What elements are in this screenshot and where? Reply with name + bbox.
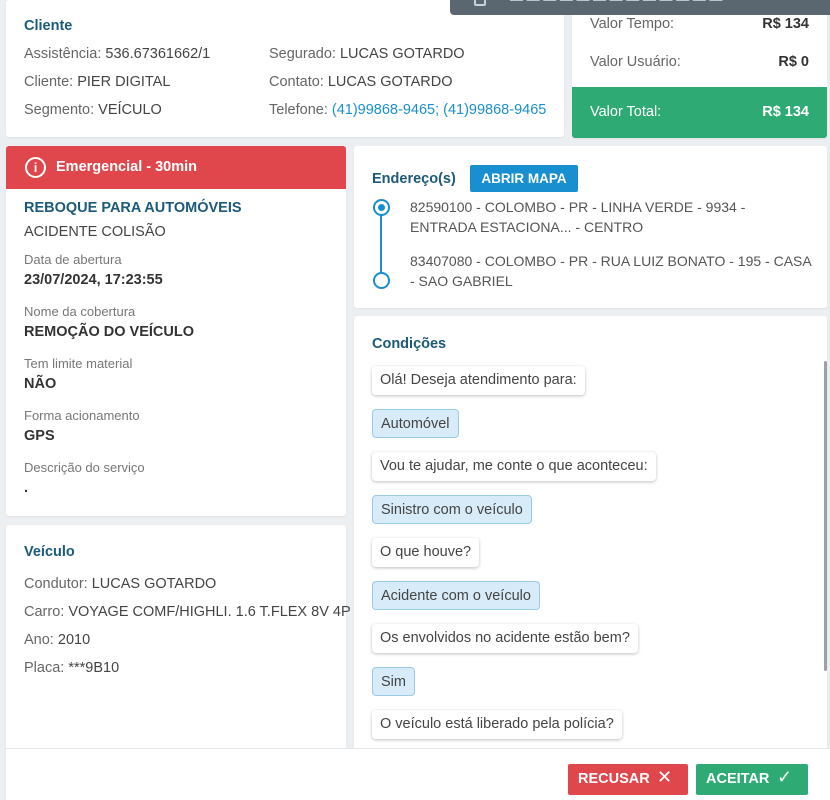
chat-answer: Sim bbox=[372, 667, 415, 696]
top-bar-text: — — — — — — — — — — — — — bbox=[510, 0, 722, 7]
descricao-servico-label: Descrição do serviço bbox=[24, 460, 145, 475]
cliente-value: PIER DIGITAL bbox=[77, 74, 171, 90]
chat-scrollbar[interactable] bbox=[824, 361, 827, 671]
top-notification-bar: — — — — — — — — — — — — — bbox=[450, 0, 830, 15]
destination-marker-icon bbox=[373, 272, 390, 289]
emergency-banner: i Emergencial - 30min bbox=[6, 146, 346, 189]
service-subtitle: ACIDENTE COLISÃO bbox=[24, 224, 166, 240]
chat-question: Vou te ajudar, me conte o que aconteceu: bbox=[372, 452, 656, 481]
valor-usuario-label: Valor Usuário: bbox=[590, 54, 681, 70]
contato-field: Contato: LUCAS GOTARDO bbox=[269, 74, 452, 90]
segurado-value: LUCAS GOTARDO bbox=[339, 46, 465, 62]
endereco-card: Endereço(s) ABRIR MAPA 82590100 - COLOMB… bbox=[354, 146, 827, 308]
chat-question: O veículo está liberado pela polícia? bbox=[372, 710, 622, 739]
close-icon: ✕ bbox=[657, 767, 673, 787]
valor-total-label: Valor Total: bbox=[590, 104, 662, 120]
condutor-label: Condutor: bbox=[24, 576, 88, 592]
cliente-card: Cliente Assistência: 536.67361662/1 Clie… bbox=[6, 0, 564, 137]
assistencia-value: 536.67361662/1 bbox=[105, 46, 211, 62]
carro-label: Carro: bbox=[24, 604, 65, 620]
assistencia-field: Assistência: 536.67361662/1 bbox=[24, 46, 210, 62]
valor-tempo-amount: R$ 134 bbox=[762, 16, 809, 32]
telefone-field: Telefone: (41)99868-9465; (41)99868-9465 bbox=[269, 102, 546, 118]
valor-tempo-row: Valor Tempo: R$ 134 bbox=[572, 16, 827, 46]
cliente-field: Cliente: PIER DIGITAL bbox=[24, 74, 170, 90]
cobertura-value: REMOÇÃO DO VEÍCULO bbox=[24, 324, 194, 340]
carro-value: VOYAGE COMF/HIGHLI. 1.6 T.FLEX 8V 4P bbox=[68, 604, 351, 620]
cliente-label: Cliente: bbox=[24, 74, 74, 90]
valor-usuario-row: Valor Usuário: R$ 0 bbox=[572, 54, 827, 84]
telefone-label: Telefone: bbox=[269, 102, 328, 118]
chat-question: O que houve? bbox=[372, 538, 480, 567]
endereco-title: Endereço(s) bbox=[372, 171, 456, 187]
check-icon: ✓ bbox=[777, 767, 793, 787]
data-abertura-value: 23/07/2024, 17:23:55 bbox=[24, 272, 163, 288]
recusar-button[interactable]: RECUSAR ✕ bbox=[568, 764, 688, 795]
screen-icon bbox=[474, 0, 486, 6]
condutor-field: Condutor: LUCAS GOTARDO bbox=[24, 576, 216, 592]
segmento-field: Segmento: VEÍCULO bbox=[24, 102, 162, 118]
carro-field: Carro: VOYAGE COMF/HIGHLI. 1.6 T.FLEX 8V… bbox=[24, 604, 351, 620]
emergency-label: Emergencial - 30min bbox=[56, 159, 198, 175]
contato-label: Contato: bbox=[269, 74, 324, 90]
cliente-title: Cliente bbox=[24, 18, 73, 34]
placa-field: Placa: ***9B10 bbox=[24, 660, 119, 676]
limite-material-label: Tem limite material bbox=[24, 356, 133, 371]
segmento-value: VEÍCULO bbox=[98, 102, 162, 118]
origin-address: 82590100 - COLOMBO - PR - LINHA VERDE - … bbox=[410, 199, 746, 235]
recusar-label: RECUSAR bbox=[578, 771, 650, 787]
condicoes-title: Condições bbox=[372, 336, 447, 352]
telefone-link[interactable]: (41)99868-9465; (41)99868-9465 bbox=[332, 102, 546, 118]
valores-card: Valor Tempo: R$ 134 Valor Usuário: R$ 0 … bbox=[572, 0, 827, 138]
placa-label: Placa: bbox=[24, 660, 65, 676]
aceitar-label: ACEITAR bbox=[706, 771, 770, 787]
ano-field: Ano: 2010 bbox=[24, 632, 90, 648]
route-line bbox=[380, 208, 382, 280]
segurado-field: Segurado: LUCAS GOTARDO bbox=[269, 46, 465, 62]
placa-value: ***9B10 bbox=[68, 660, 120, 676]
origin-marker-icon bbox=[373, 199, 390, 216]
aceitar-button[interactable]: ACEITAR ✓ bbox=[696, 764, 808, 795]
segurado-label: Segurado: bbox=[269, 46, 336, 62]
chat-answer: Automóvel bbox=[372, 409, 459, 438]
forma-acionamento-value: GPS bbox=[24, 428, 55, 444]
action-footer: RECUSAR ✕ ACEITAR ✓ bbox=[6, 748, 830, 800]
chat-question: Os envolvidos no acidente estão bem? bbox=[372, 624, 638, 653]
service-title: REBOQUE PARA AUTOMÓVEIS bbox=[24, 200, 242, 216]
contato-value: LUCAS GOTARDO bbox=[327, 74, 453, 90]
chat-answer: Acidente com o veículo bbox=[372, 581, 540, 610]
ano-label: Ano: bbox=[24, 632, 54, 648]
valor-total-row: Valor Total: R$ 134 bbox=[572, 87, 827, 138]
chat-answer: Sinistro com o veículo bbox=[372, 495, 532, 524]
segmento-label: Segmento: bbox=[24, 102, 95, 118]
abrir-mapa-button[interactable]: ABRIR MAPA bbox=[470, 165, 578, 192]
descricao-servico-value: . bbox=[24, 480, 29, 496]
valor-usuario-amount: R$ 0 bbox=[778, 54, 809, 70]
condicoes-card: Condições Olá! Deseja atendimento para: … bbox=[354, 316, 827, 756]
limite-material-value: NÃO bbox=[24, 376, 57, 392]
cobertura-label: Nome da cobertura bbox=[24, 304, 136, 319]
assistencia-label: Assistência: bbox=[24, 46, 102, 62]
valor-total-amount: R$ 134 bbox=[762, 104, 809, 120]
condutor-value: LUCAS GOTARDO bbox=[91, 576, 217, 592]
chat-question: Olá! Deseja atendimento para: bbox=[372, 366, 585, 395]
valor-tempo-label: Valor Tempo: bbox=[590, 16, 675, 32]
servico-card: i Emergencial - 30min REBOQUE PARA AUTOM… bbox=[6, 146, 346, 516]
ano-value: 2010 bbox=[57, 632, 91, 648]
forma-acionamento-label: Forma acionamento bbox=[24, 408, 140, 423]
destination-address: 83407080 - COLOMBO - PR - RUA LUIZ BONAT… bbox=[410, 253, 811, 289]
info-icon: i bbox=[25, 157, 46, 178]
data-abertura-label: Data de abertura bbox=[24, 252, 122, 267]
veiculo-title: Veículo bbox=[24, 544, 75, 560]
